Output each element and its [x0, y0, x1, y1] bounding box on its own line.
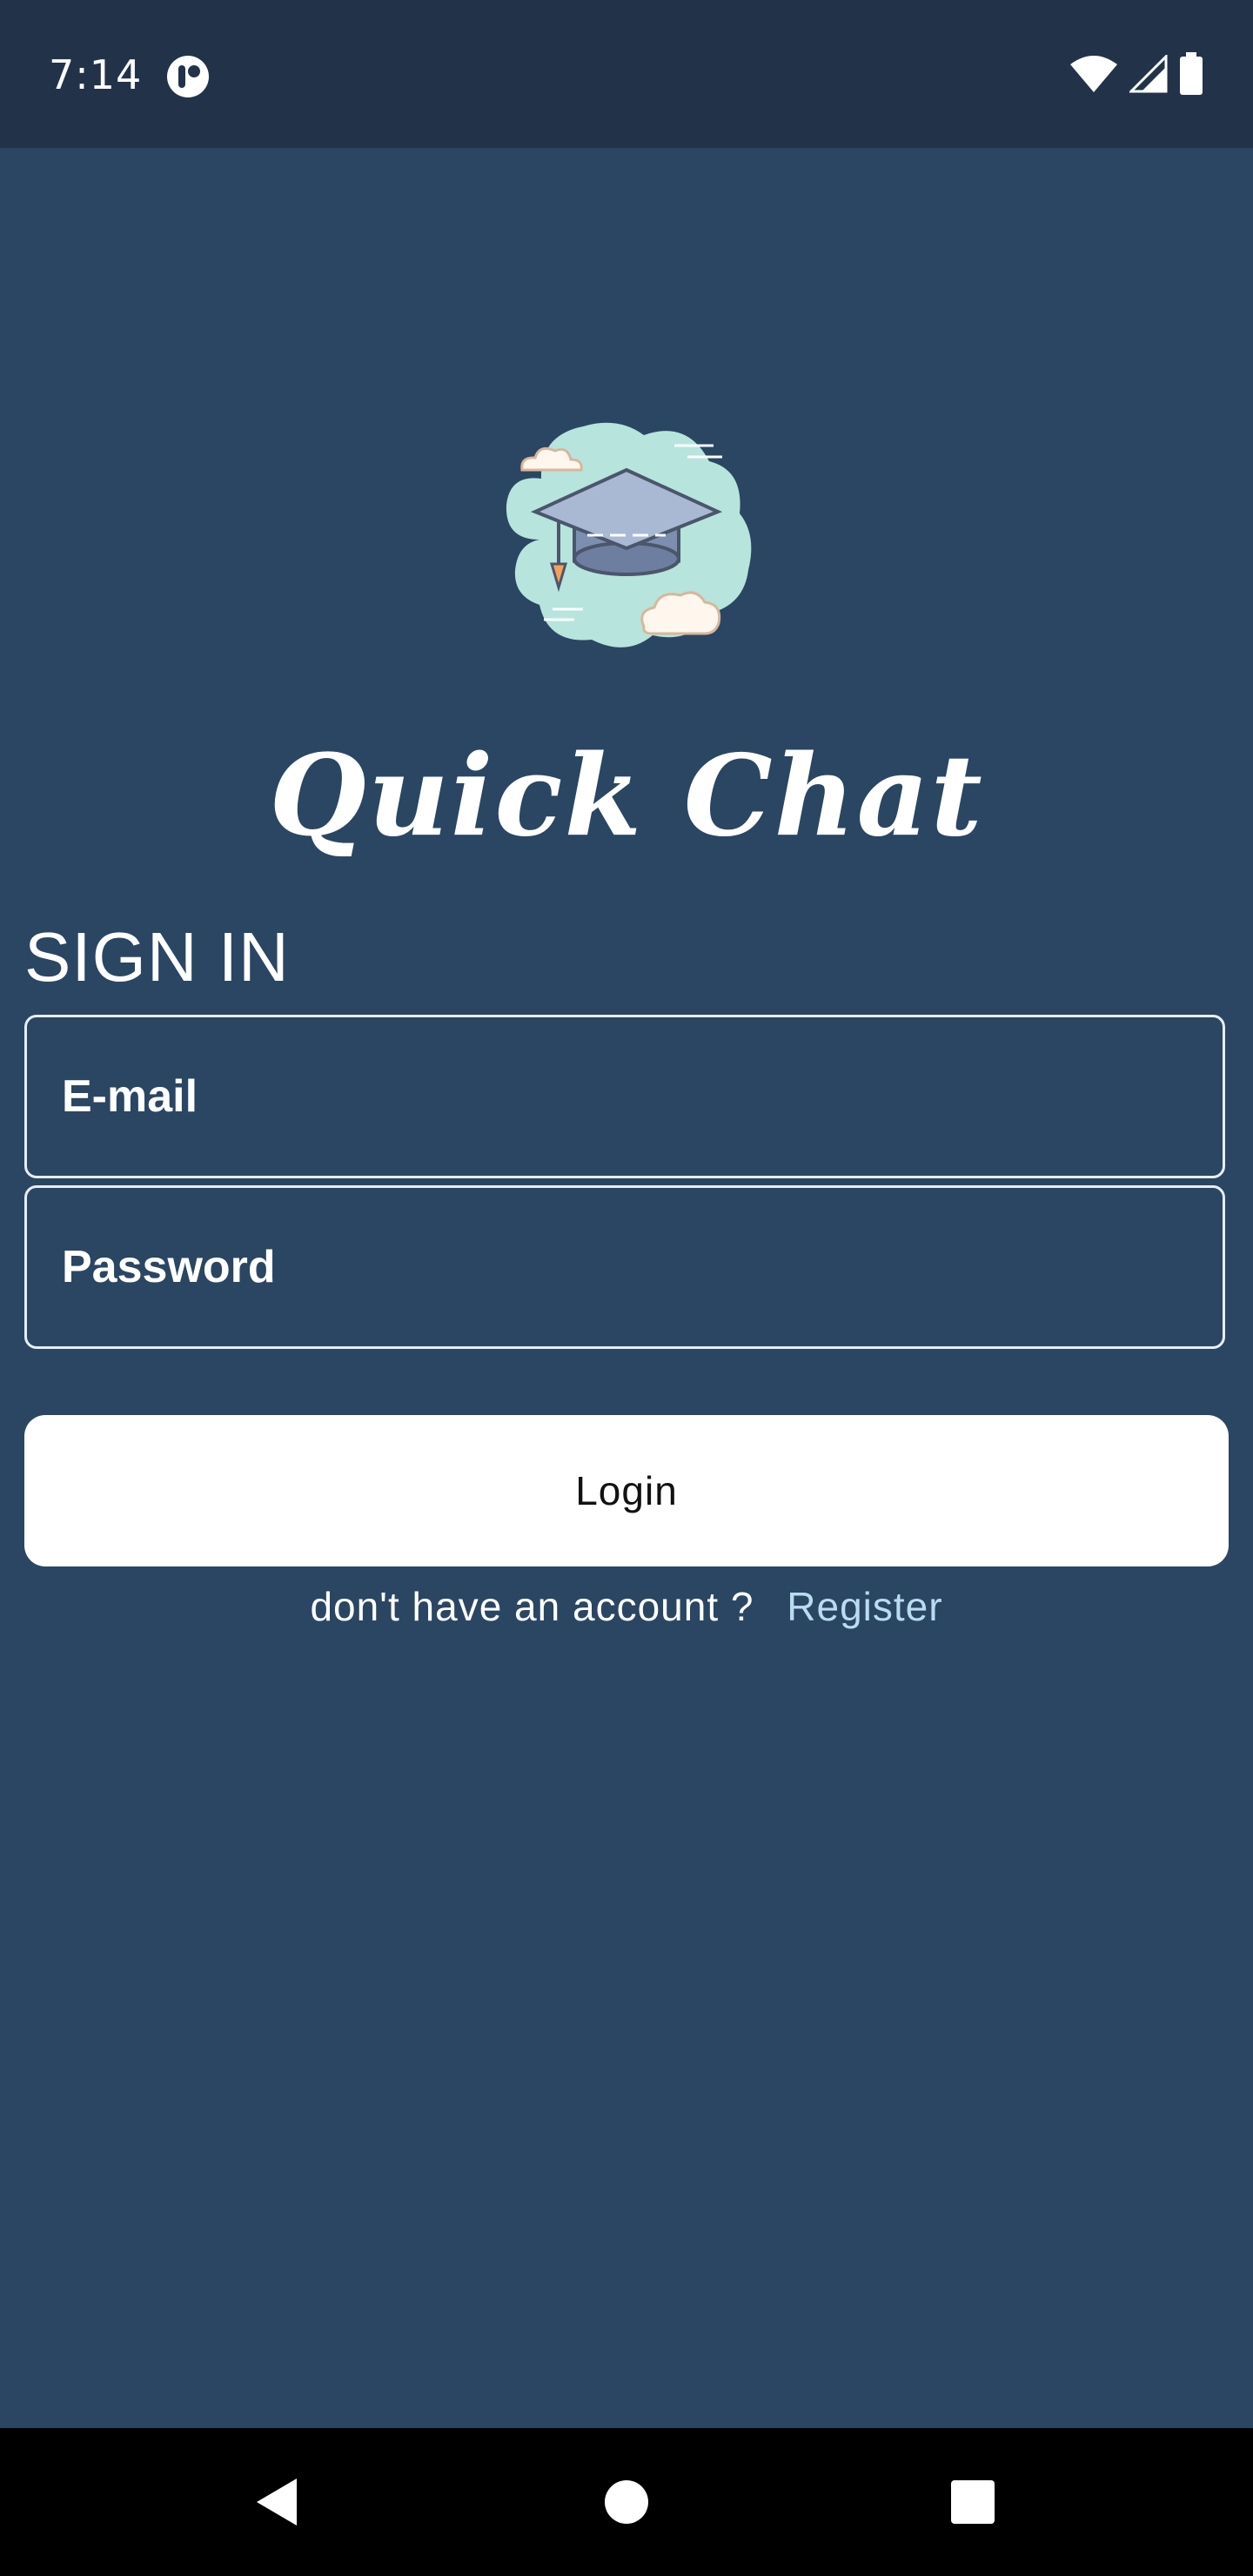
- status-icons: [1069, 51, 1204, 100]
- back-icon[interactable]: [237, 2463, 315, 2541]
- password-field-container: [24, 1185, 1225, 1349]
- register-link[interactable]: Register: [787, 1584, 942, 1629]
- status-bar: 7:14: [0, 0, 1253, 148]
- login-screen: Quick Chat SIGN IN Login don't have an a…: [0, 148, 1253, 2428]
- app-title: Quick Chat: [269, 731, 984, 862]
- email-field[interactable]: [27, 1017, 1223, 1176]
- wifi-icon: [1069, 54, 1119, 98]
- home-icon[interactable]: [587, 2463, 666, 2541]
- login-button[interactable]: Login: [24, 1415, 1229, 1566]
- password-field[interactable]: [27, 1188, 1223, 1346]
- app-indicator-icon: [165, 54, 211, 99]
- battery-icon: [1178, 51, 1204, 100]
- sign-in-heading: SIGN IN: [24, 918, 290, 996]
- cellular-signal-icon: [1128, 52, 1168, 97]
- register-prompt: don't have an account ?: [310, 1584, 754, 1629]
- graduation-cap-icon: [487, 409, 766, 653]
- status-time: 7:14: [49, 51, 143, 98]
- register-row: don't have an account ? Register: [0, 1572, 1253, 1641]
- email-field-container: [24, 1015, 1225, 1178]
- recents-icon[interactable]: [934, 2463, 1012, 2541]
- navigation-bar: [0, 2428, 1253, 2576]
